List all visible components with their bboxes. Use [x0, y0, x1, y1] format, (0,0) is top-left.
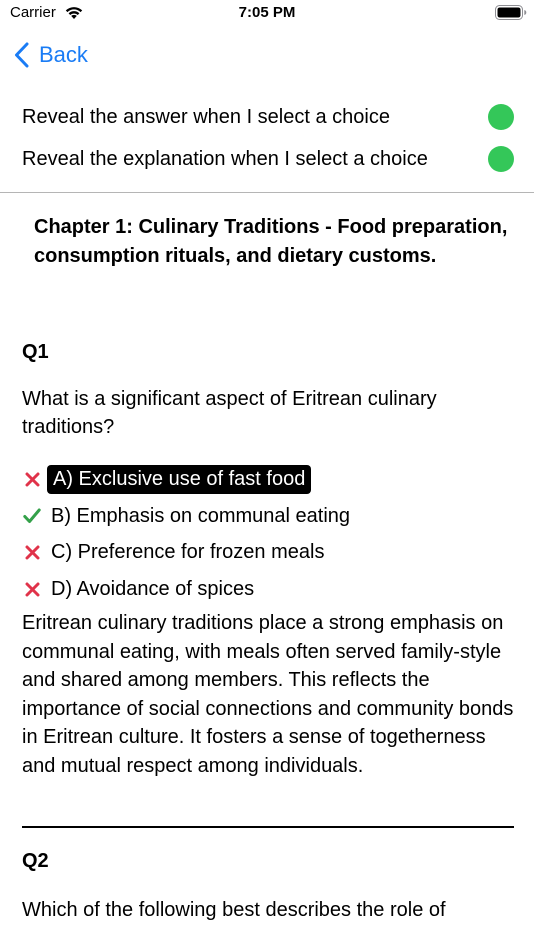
question-text: Which of the following best describes th…	[22, 899, 446, 921]
cross-icon	[22, 472, 42, 487]
choice-c[interactable]: C) Preference for frozen meals	[22, 536, 328, 568]
reveal-answer-label: Reveal the answer when I select a choice	[22, 105, 390, 128]
reveal-answer-setting: Reveal the answer when I select a choice	[22, 102, 514, 132]
reveal-explanation-setting: Reveal the explanation when I select a c…	[22, 144, 514, 174]
reveal-answer-toggle[interactable]	[488, 104, 514, 130]
chevron-left-icon	[15, 42, 29, 68]
check-icon	[22, 508, 42, 524]
choice-a[interactable]: A) Exclusive use of fast food	[22, 463, 312, 495]
choice-d[interactable]: D) Avoidance of spices	[22, 573, 258, 605]
reveal-explanation-label: Reveal the explanation when I select a c…	[22, 147, 428, 170]
battery-icon	[495, 5, 527, 20]
choice-d-label: D) Avoidance of spices	[51, 577, 255, 600]
choice-b-label: B) Emphasis on communal eating	[51, 504, 351, 527]
settings-divider	[0, 192, 534, 193]
explanation-text: Eritrean culinary traditions place a str…	[22, 612, 514, 777]
choice-a-label: A) Exclusive use of fast food	[47, 464, 312, 494]
question-text: What is a significant aspect of Eritrean…	[22, 388, 437, 438]
cross-icon	[22, 545, 42, 560]
question-number: Q1	[22, 341, 49, 363]
choice-c-label: C) Preference for frozen meals	[51, 540, 325, 563]
choice-b[interactable]: B) Emphasis on communal eating	[22, 500, 354, 532]
navigation-bar: Back	[0, 34, 534, 76]
question-divider	[22, 826, 514, 828]
chapter-title: Chapter 1: Culinary Traditions - Food pr…	[34, 216, 508, 267]
status-time: 7:05 PM	[238, 4, 296, 21]
question-number: Q2	[22, 850, 49, 872]
back-button[interactable]: Back	[14, 38, 88, 72]
cross-icon	[22, 582, 42, 597]
status-bar: Carrier 7:05 PM	[0, 0, 534, 28]
back-label: Back	[39, 42, 88, 67]
reveal-explanation-toggle[interactable]	[488, 146, 514, 172]
